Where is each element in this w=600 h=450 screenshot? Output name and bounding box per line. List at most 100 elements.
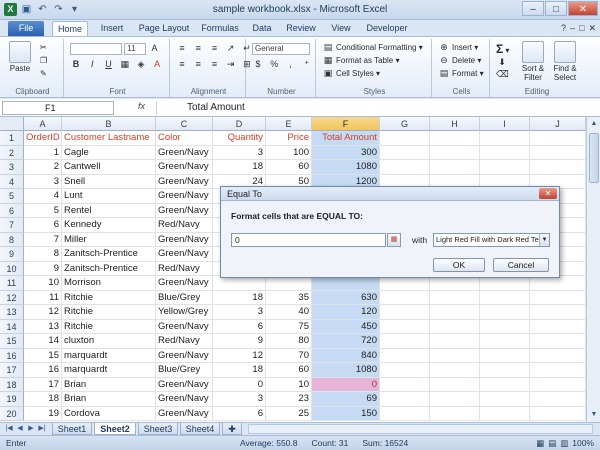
table-cell[interactable]: 10 xyxy=(24,276,62,291)
table-cell[interactable]: 10 xyxy=(266,377,312,392)
find-select-button[interactable]: Find & Select xyxy=(550,41,580,82)
table-cell[interactable]: 450 xyxy=(312,319,380,334)
row-header-17[interactable]: 17 xyxy=(0,363,24,378)
header-cell[interactable]: Color xyxy=(156,131,213,146)
table-cell[interactable]: Green/Navy xyxy=(156,319,213,334)
table-cell[interactable]: Rentel xyxy=(62,203,156,218)
clear-icon[interactable]: ⌫ xyxy=(496,69,509,80)
header-cell[interactable]: Total Amount xyxy=(312,131,380,146)
cell-styles-button[interactable]: ▣ Cell Styles ▾ xyxy=(322,68,380,79)
help-icon[interactable]: ? xyxy=(561,23,566,34)
sheet-tab-sheet2[interactable]: Sheet2 xyxy=(94,423,136,435)
align-right-icon[interactable]: ≡ xyxy=(208,59,220,70)
empty-cell[interactable] xyxy=(380,305,430,320)
align-left-icon[interactable]: ≡ xyxy=(176,59,188,70)
table-cell[interactable]: 300 xyxy=(312,145,380,160)
row-header-15[interactable]: 15 xyxy=(0,334,24,349)
table-cell[interactable]: 25 xyxy=(266,406,312,421)
tab-formulas[interactable]: Formulas xyxy=(198,21,242,36)
empty-cell[interactable] xyxy=(430,406,480,421)
empty-cell[interactable] xyxy=(430,348,480,363)
empty-cell[interactable] xyxy=(430,363,480,378)
table-cell[interactable]: 3 xyxy=(24,174,62,189)
table-cell[interactable]: Zanitsch-Prentice xyxy=(62,247,156,262)
font-size-combo[interactable]: 11 xyxy=(124,43,147,55)
row-header-16[interactable]: 16 xyxy=(0,348,24,363)
column-header-f[interactable]: F xyxy=(312,117,380,131)
column-header-c[interactable]: C xyxy=(156,117,213,131)
table-cell[interactable]: Green/Navy xyxy=(156,232,213,247)
table-cell[interactable]: 120 xyxy=(312,305,380,320)
empty-cell[interactable] xyxy=(380,276,430,291)
empty-cell[interactable] xyxy=(430,305,480,320)
percent-button[interactable]: % xyxy=(268,59,280,70)
ok-button[interactable]: OK xyxy=(433,258,485,272)
equal-value-input[interactable]: 0 xyxy=(231,233,386,247)
scroll-up-icon[interactable]: ▲ xyxy=(588,118,600,130)
header-cell[interactable]: Quantity xyxy=(213,131,266,146)
table-cell[interactable]: marquardt xyxy=(62,348,156,363)
normal-view-icon[interactable]: ▦ xyxy=(536,438,544,449)
row-header-7[interactable]: 7 xyxy=(0,218,24,233)
table-cell[interactable]: Red/Navy xyxy=(156,334,213,349)
table-cell[interactable]: 69 xyxy=(312,392,380,407)
row-header-8[interactable]: 8 xyxy=(0,232,24,247)
select-all-corner[interactable] xyxy=(0,117,24,131)
column-header-b[interactable]: B xyxy=(62,117,156,131)
table-cell[interactable]: 80 xyxy=(266,334,312,349)
bold-button[interactable]: B xyxy=(70,59,82,70)
table-cell[interactable]: 2 xyxy=(24,160,62,175)
table-cell[interactable]: Miller xyxy=(62,232,156,247)
page-break-view-icon[interactable]: ▥ xyxy=(560,438,568,449)
row-header-9[interactable]: 9 xyxy=(0,247,24,262)
table-cell[interactable]: 35 xyxy=(266,290,312,305)
row-header-2[interactable]: 2 xyxy=(0,145,24,160)
collapse-dialog-icon[interactable]: ▦ xyxy=(387,233,401,247)
table-cell[interactable]: Green/Navy xyxy=(156,348,213,363)
table-cell[interactable]: 75 xyxy=(266,319,312,334)
copy-icon[interactable]: ❐ xyxy=(40,56,47,65)
table-cell[interactable]: Green/Navy xyxy=(156,276,213,291)
row-header-1[interactable]: 1 xyxy=(0,131,24,146)
table-cell[interactable]: 11 xyxy=(24,290,62,305)
table-cell[interactable]: 1080 xyxy=(312,363,380,378)
table-cell[interactable]: 9 xyxy=(213,334,266,349)
table-cell[interactable]: Ritchie xyxy=(62,319,156,334)
row-header-20[interactable]: 20 xyxy=(0,406,24,421)
table-cell[interactable]: Green/Navy xyxy=(156,406,213,421)
empty-cell[interactable] xyxy=(380,131,430,146)
table-cell[interactable]: 18 xyxy=(213,290,266,305)
empty-cell[interactable] xyxy=(480,406,530,421)
sheet-tab-sheet3[interactable]: Sheet3 xyxy=(138,423,178,435)
align-bottom-icon[interactable]: ≡ xyxy=(208,43,220,54)
row-header-18[interactable]: 18 xyxy=(0,377,24,392)
table-cell[interactable]: Red/Navy xyxy=(156,218,213,233)
row-header-4[interactable]: 4 xyxy=(0,174,24,189)
table-cell[interactable]: Brian xyxy=(62,377,156,392)
ribbon-restore-icon[interactable]: □ xyxy=(579,23,584,34)
table-cell[interactable]: Cantwell xyxy=(62,160,156,175)
tab-home[interactable]: Home xyxy=(52,21,88,36)
currency-button[interactable]: $ xyxy=(252,59,264,70)
empty-cell[interactable] xyxy=(430,131,480,146)
table-cell[interactable]: 9 xyxy=(24,261,62,276)
column-header-g[interactable]: G xyxy=(380,117,430,131)
table-cell[interactable]: 15 xyxy=(24,348,62,363)
empty-cell[interactable] xyxy=(430,276,480,291)
table-cell[interactable]: Cordova xyxy=(62,406,156,421)
empty-cell[interactable] xyxy=(530,145,586,160)
fill-color-icon[interactable]: ◈ xyxy=(135,59,147,70)
header-cell[interactable]: Customer Lastname xyxy=(62,131,156,146)
increase-decimal-icon[interactable]: ⁺ xyxy=(301,59,313,70)
table-cell[interactable]: 5 xyxy=(24,203,62,218)
table-cell[interactable]: 60 xyxy=(266,160,312,175)
empty-cell[interactable] xyxy=(480,348,530,363)
format-style-select[interactable]: Light Red Fill with Dark Red Text ▼ xyxy=(433,233,550,247)
empty-cell[interactable] xyxy=(480,160,530,175)
column-header-i[interactable]: I xyxy=(480,117,530,131)
empty-cell[interactable] xyxy=(530,276,586,291)
table-cell[interactable]: 23 xyxy=(266,392,312,407)
table-cell[interactable]: 0 xyxy=(213,377,266,392)
empty-cell[interactable] xyxy=(380,363,430,378)
table-cell[interactable]: Yellow/Grey xyxy=(156,305,213,320)
